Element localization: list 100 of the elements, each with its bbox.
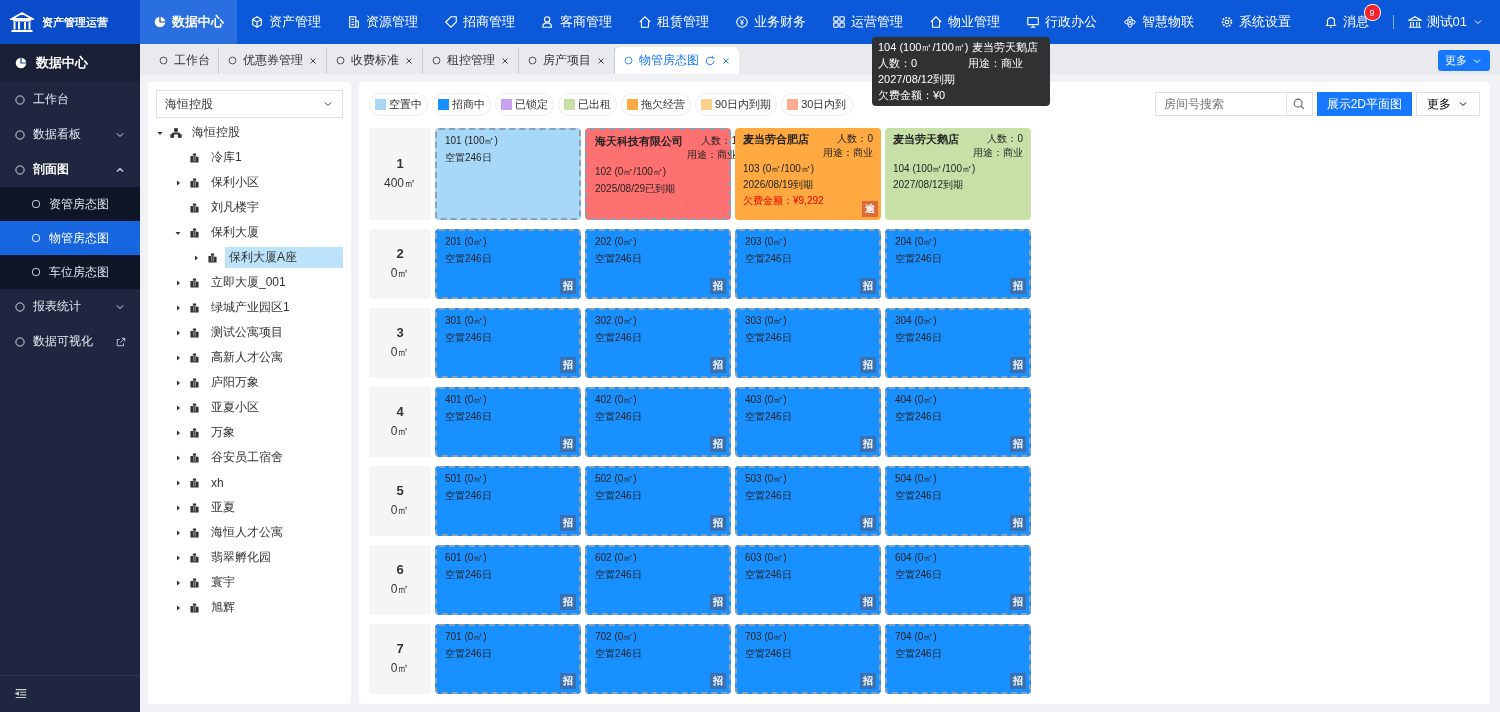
- nav-tab[interactable]: 数据中心: [140, 0, 237, 44]
- room-card[interactable]: 602 (0㎡) 空置246日 招: [585, 545, 731, 615]
- floor-number: 2: [396, 246, 404, 261]
- tree-item[interactable]: 海恒人才公寓: [207, 522, 287, 543]
- room-card[interactable]: 504 (0㎡) 空置246日 招: [885, 466, 1031, 536]
- room-card[interactable]: 603 (0㎡) 空置246日 招: [735, 545, 881, 615]
- room-card[interactable]: 404 (0㎡) 空置246日 招: [885, 387, 1031, 457]
- sidebar-subitem[interactable]: 车位房态图: [0, 255, 140, 289]
- room-card[interactable]: 麦当劳合肥店 人数：0 用途：商业 103 (0㎡/100㎡) 2026/08/19到期 欠费金额：¥9,292 逾: [735, 128, 881, 220]
- vacancy-text: 空置246日: [745, 332, 793, 344]
- sidebar-item[interactable]: 工作台: [33, 91, 126, 108]
- project-select[interactable]: 海恒控股: [156, 90, 343, 118]
- room-card[interactable]: 204 (0㎡) 空置246日 招: [885, 229, 1031, 299]
- room-card[interactable]: 704 (0㎡) 空置246日 招: [885, 624, 1031, 694]
- room-card[interactable]: 503 (0㎡) 空置246日 招: [735, 466, 881, 536]
- room-card[interactable]: 203 (0㎡) 空置246日 招: [735, 229, 881, 299]
- tab-icon: [527, 55, 538, 66]
- vacancy-text: 空置246日: [445, 152, 493, 164]
- tree-item[interactable]: 旭辉: [207, 597, 239, 618]
- nav-tab[interactable]: 资产管理: [237, 0, 334, 44]
- room-search-field[interactable]: 房间号搜索: [1154, 92, 1287, 116]
- room-card[interactable]: 703 (0㎡) 空置246日 招: [735, 624, 881, 694]
- room-card[interactable]: 402 (0㎡) 空置246日 招: [585, 387, 731, 457]
- room-number: 502 (0㎡): [595, 473, 638, 485]
- tree-item[interactable]: 谷安员工宿舍: [207, 447, 287, 468]
- tree-item[interactable]: xh: [207, 473, 228, 492]
- tree-item[interactable]: 海恒控股: [188, 122, 244, 143]
- vacancy-text: 空置246日: [445, 490, 493, 502]
- room-card[interactable]: 401 (0㎡) 空置246日 招: [435, 387, 581, 457]
- sidebar-subitem[interactable]: 资管房态图: [0, 187, 140, 221]
- room-card[interactable]: 302 (0㎡) 空置246日 招: [585, 308, 731, 378]
- sidebar-title: 数据中心: [36, 54, 88, 72]
- room-card[interactable]: 702 (0㎡) 空置246日 招: [585, 624, 731, 694]
- tree-item[interactable]: 寰宇: [207, 572, 239, 593]
- room-number: 402 (0㎡): [595, 394, 638, 406]
- tree-item[interactable]: 保利小区: [207, 172, 263, 193]
- status-badge: 招: [860, 357, 876, 373]
- nav-tab[interactable]: 系统设置: [1207, 0, 1304, 44]
- tree-item[interactable]: 高新人才公寓: [207, 347, 287, 368]
- room-card[interactable]: 604 (0㎡) 空置246日 招: [885, 545, 1031, 615]
- tree-item[interactable]: 庐阳万象: [207, 372, 263, 393]
- tree-item[interactable]: 测试公寓项目: [207, 322, 287, 343]
- room-card[interactable]: 101 (100㎡) 空置246日: [435, 128, 581, 220]
- show-2d-plan-button[interactable]: 展示2D平面图: [1316, 92, 1412, 116]
- room-card[interactable]: 304 (0㎡) 空置246日 招: [885, 308, 1031, 378]
- page-tab[interactable]: 工作台: [150, 47, 219, 74]
- status-badge: 招: [860, 278, 876, 294]
- sidebar-item[interactable]: 数据看板: [33, 126, 107, 143]
- status-badge: 招: [560, 515, 576, 531]
- sidebar-item[interactable]: 剖面图: [33, 161, 107, 178]
- nav-tab[interactable]: 智慧物联: [1110, 0, 1207, 44]
- vacancy-text: 空置246日: [895, 411, 943, 423]
- sidebar-item[interactable]: 报表统计: [33, 298, 107, 315]
- page-tab[interactable]: 优惠券管理: [219, 47, 327, 74]
- room-card[interactable]: 201 (0㎡) 空置246日 招: [435, 229, 581, 299]
- tree-item[interactable]: 绿城产业园区1: [207, 297, 294, 318]
- pie-chart-icon: [14, 56, 28, 70]
- room-number: 302 (0㎡): [595, 315, 638, 327]
- room-card[interactable]: 501 (0㎡) 空置246日 招: [435, 466, 581, 536]
- room-card[interactable]: 403 (0㎡) 空置246日 招: [735, 387, 881, 457]
- tree-item[interactable]: 保利大厦: [207, 222, 263, 243]
- nav-tab[interactable]: 资源管理: [334, 0, 431, 44]
- nav-tab[interactable]: 客商管理: [528, 0, 625, 44]
- sidebar-subitem[interactable]: 物管房态图: [0, 221, 140, 255]
- expand-arrow-icon: [174, 303, 182, 312]
- tree-item[interactable]: 翡翠孵化园: [207, 547, 275, 568]
- user-menu[interactable]: 测试01: [1426, 13, 1467, 31]
- expand-arrow-icon: [174, 378, 182, 387]
- page-tab[interactable]: 收费标准: [327, 47, 423, 74]
- more-button[interactable]: 更多: [1416, 92, 1480, 116]
- sidebar-item[interactable]: 数据可视化: [33, 333, 109, 350]
- tree-item[interactable]: 保利大厦A座: [225, 247, 343, 268]
- tab-icon: [623, 55, 634, 66]
- tenant-name: 海天科技有限公司: [595, 135, 683, 149]
- room-card[interactable]: 303 (0㎡) 空置246日 招: [735, 308, 881, 378]
- nav-tab[interactable]: 业务财务: [722, 0, 819, 44]
- nav-tab[interactable]: 租赁管理: [625, 0, 722, 44]
- page-tab[interactable]: 租控管理: [423, 47, 519, 74]
- tree-item[interactable]: 冷库1: [207, 147, 246, 168]
- room-card[interactable]: 202 (0㎡) 空置246日 招: [585, 229, 731, 299]
- room-card[interactable]: 601 (0㎡) 空置246日 招: [435, 545, 581, 615]
- room-card[interactable]: 301 (0㎡) 空置246日 招: [435, 308, 581, 378]
- expiry-date: 2026/08/19到期: [743, 179, 815, 191]
- nav-tab[interactable]: 招商管理: [431, 0, 528, 44]
- tooltip-title: 104 (100㎡/100㎡) 麦当劳天鹅店: [878, 41, 1039, 54]
- tooltip-people: 人数：0: [878, 57, 919, 70]
- room-card[interactable]: 502 (0㎡) 空置246日 招: [585, 466, 731, 536]
- tree-item[interactable]: 刘凡楼宇: [207, 197, 263, 218]
- tree-item[interactable]: 立即大厦_001: [207, 272, 290, 293]
- tree-item[interactable]: 亚夏: [207, 497, 239, 518]
- search-button[interactable]: [1286, 92, 1313, 116]
- room-card[interactable]: 麦当劳天鹅店 人数：0 用途：商业 104 (100㎡/100㎡) 2027/08/12到期: [885, 128, 1031, 220]
- tree-item[interactable]: 亚夏小区: [207, 397, 263, 418]
- more-tabs-button[interactable]: 更多: [1438, 50, 1490, 71]
- room-card[interactable]: 701 (0㎡) 空置246日 招: [435, 624, 581, 694]
- tree-item[interactable]: 万象: [207, 422, 239, 443]
- nav-tab[interactable]: 运营管理: [819, 0, 916, 44]
- status-badge: 招: [560, 436, 576, 452]
- page-tab[interactable]: 物管房态图: [615, 47, 739, 74]
- room-number: 104 (100㎡/100㎡): [893, 163, 977, 175]
